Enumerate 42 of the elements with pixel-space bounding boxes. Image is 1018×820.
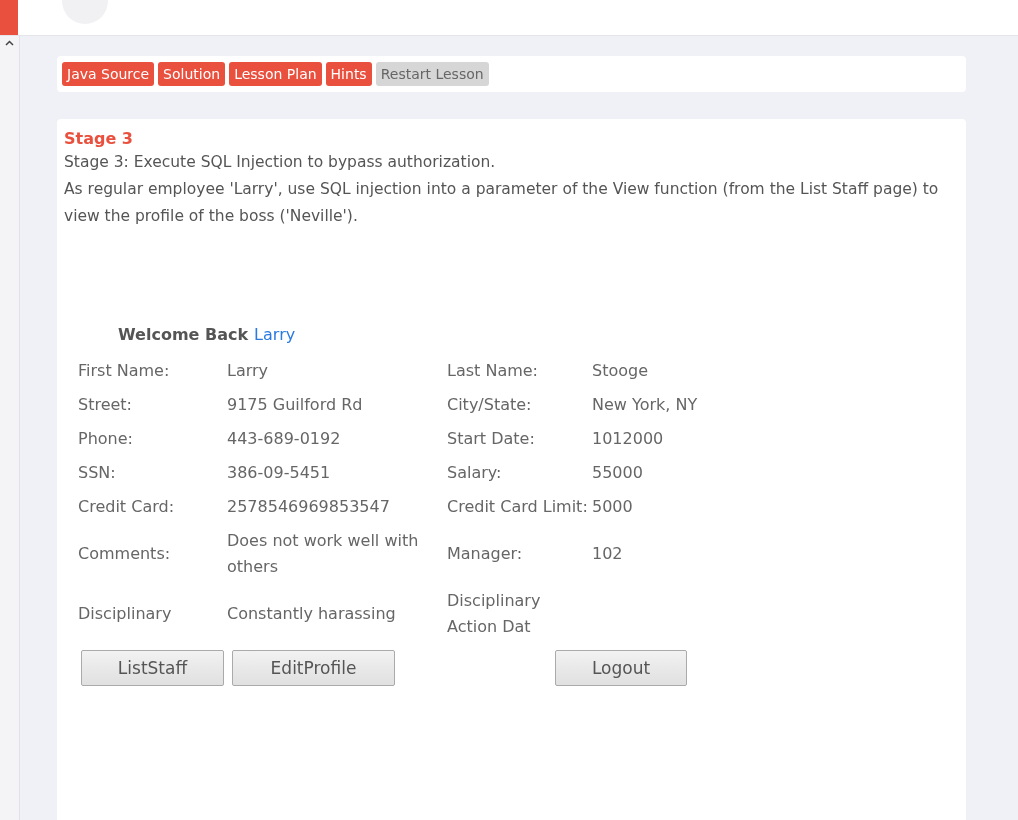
field-label: Salary: xyxy=(447,463,502,482)
lesson-button[interactable]: Java Source xyxy=(62,62,155,86)
field-label: City/State: xyxy=(447,395,532,414)
field-value: Constantly harassing xyxy=(227,604,396,623)
user-name: Larry xyxy=(254,325,296,344)
field-value: Larry xyxy=(227,361,269,380)
lesson-button[interactable]: Solution xyxy=(158,62,226,86)
field-label: Credit Card: xyxy=(78,497,175,516)
field-value: 102 xyxy=(592,544,623,563)
field-value: 386-09-5451 xyxy=(227,463,331,482)
lesson-button[interactable]: Restart Lesson xyxy=(375,62,489,86)
field-value: New York, NY xyxy=(592,395,698,414)
welcome-text: Welcome Back xyxy=(118,325,249,344)
lesson-button[interactable]: Hints xyxy=(325,62,372,86)
field-value: Stooge xyxy=(592,361,648,380)
field-label: Comments: xyxy=(78,544,171,563)
collapse-icon[interactable] xyxy=(5,40,14,46)
field-label: Disciplinary Action Dat xyxy=(447,591,541,636)
action-button[interactable]: Logout xyxy=(555,650,687,686)
field-value: 2578546969853547 xyxy=(227,497,390,516)
field-label: SSN: xyxy=(78,463,116,482)
field-label: Start Date: xyxy=(447,429,535,448)
field-label: Last Name: xyxy=(447,361,538,380)
field-label: Disciplinary xyxy=(78,604,172,623)
instruction-text: Stage 3: Execute SQL Injection to bypass authorization. xyxy=(64,152,497,173)
field-value: 1012000 xyxy=(592,429,664,448)
field-label: First Name: xyxy=(78,361,170,380)
field-value: 443-689-0192 xyxy=(227,429,341,448)
field-value: Does not work well with others xyxy=(227,531,419,576)
lesson-button[interactable]: Lesson Plan xyxy=(229,62,322,86)
field-value: 5000 xyxy=(592,497,633,516)
field-value: 9175 Guilford Rd xyxy=(227,395,363,414)
field-label: Phone: xyxy=(78,429,133,448)
field-label: Credit Card Limit: xyxy=(447,497,588,516)
action-button[interactable]: ListStaff xyxy=(81,650,224,686)
instruction-text: As regular employee 'Larry', use SQL injection into a parameter of the View function (from the List Staff page) to view the profile of the boss ('Neville'). xyxy=(64,179,940,227)
field-label: Manager: xyxy=(447,544,523,563)
logo-block xyxy=(0,0,18,35)
stage-title: Stage 3 xyxy=(64,129,134,149)
field-label: Street: xyxy=(78,395,132,414)
field-value: 55000 xyxy=(592,463,643,482)
action-button[interactable]: EditProfile xyxy=(232,650,395,686)
